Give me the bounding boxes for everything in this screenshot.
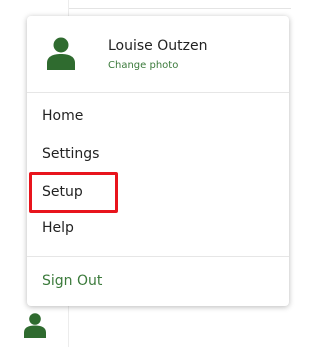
menu-divider xyxy=(27,256,289,257)
user-dropdown-menu: Louise Outzen Change photo Home Settings… xyxy=(27,16,289,306)
menu-divider xyxy=(27,92,289,93)
menu-item-sign-out[interactable]: Sign Out xyxy=(42,273,102,289)
menu-item-home[interactable]: Home xyxy=(42,108,83,124)
user-icon xyxy=(47,37,75,70)
user-icon[interactable] xyxy=(24,312,46,338)
page: Louise Outzen Change photo Home Settings… xyxy=(0,0,291,347)
setup-highlight-box xyxy=(29,172,118,213)
profile-header: Louise Outzen Change photo xyxy=(27,16,289,91)
menu-item-help[interactable]: Help xyxy=(42,220,74,236)
top-divider xyxy=(69,8,291,9)
change-photo-link[interactable]: Change photo xyxy=(108,60,178,71)
menu-item-settings[interactable]: Settings xyxy=(42,146,99,162)
user-name: Louise Outzen xyxy=(108,38,208,54)
